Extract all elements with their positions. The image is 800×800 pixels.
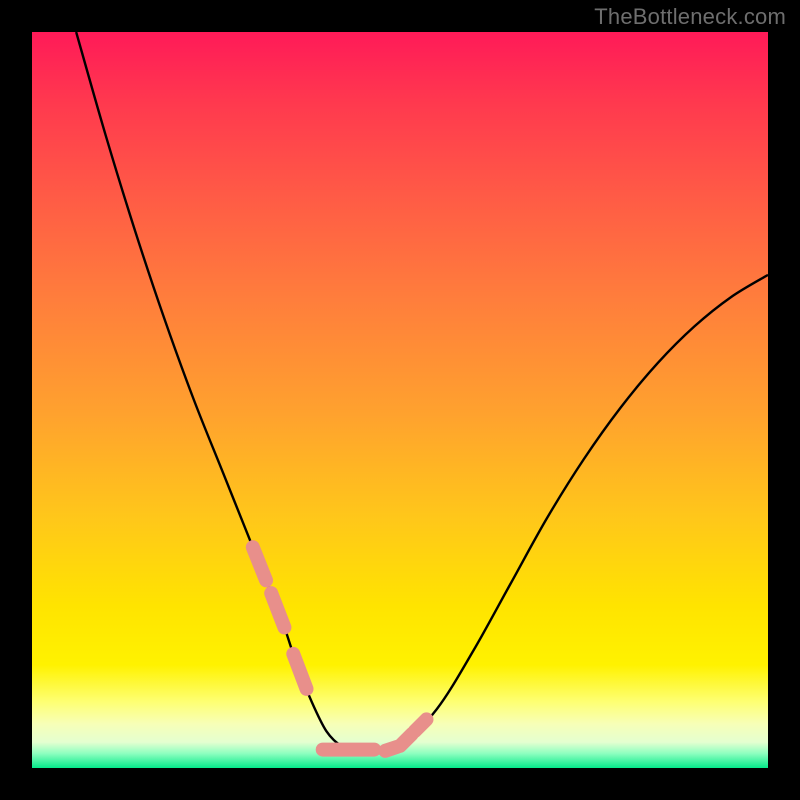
chart-plot-area [32, 32, 768, 768]
floor-marker-segment [253, 547, 266, 580]
chart-frame: TheBottleneck.com [0, 0, 800, 800]
watermark-text: TheBottleneck.com [594, 4, 786, 30]
floor-markers [253, 547, 427, 751]
floor-marker-segment [415, 719, 427, 731]
bottleneck-curve [76, 32, 768, 754]
floor-marker-segment [271, 593, 284, 627]
chart-svg [32, 32, 768, 768]
floor-marker-segment [293, 654, 306, 689]
